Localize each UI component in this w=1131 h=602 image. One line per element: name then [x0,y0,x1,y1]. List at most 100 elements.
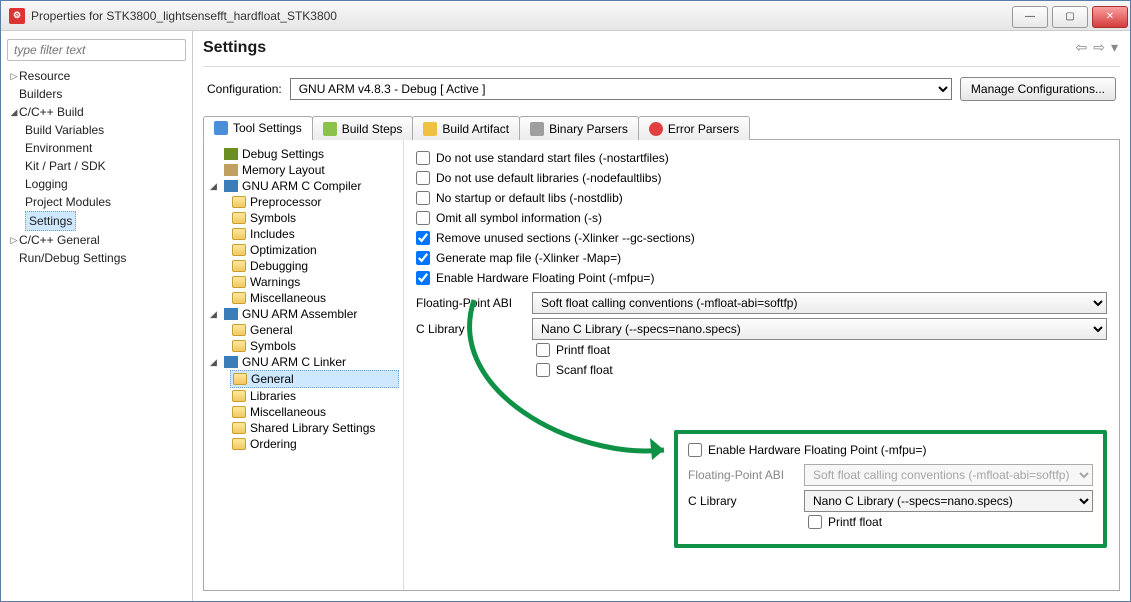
chk-mapfile[interactable] [416,251,430,265]
chk-printf[interactable] [536,343,550,357]
tab-tool-settings[interactable]: Tool Settings [203,116,313,140]
tool-includes[interactable]: Includes [230,226,399,242]
tree-item-kit[interactable]: Kit / Part / SDK [23,157,186,175]
hl-lbl-clib: C Library [688,494,798,508]
nav-back-icon[interactable]: ⇦ [1074,37,1090,58]
lbl-gcsections: Remove unused sections (-Xlinker --gc-se… [436,231,695,245]
tool-linker[interactable]: ◢GNU ARM C Linker [208,354,399,370]
error-icon [649,122,663,136]
tool-asm-general[interactable]: General [230,322,399,338]
folder-icon [232,276,246,288]
tree-item-buildvars[interactable]: Build Variables [23,121,186,139]
settings-pane: Do not use standard start files (-nostar… [404,140,1119,590]
folder-icon [232,406,246,418]
hl-lbl-printf: Printf float [828,515,882,529]
chk-nostdlib[interactable] [416,191,430,205]
configuration-label: Configuration: [207,82,282,96]
tool-memory-layout[interactable]: Memory Layout [208,162,399,178]
nav-fwd-icon[interactable]: ⇨ [1091,37,1107,58]
minimize-button[interactable]: — [1012,6,1048,28]
window-controls: — ▢ ✕ [1010,4,1130,28]
tool-assembler[interactable]: ◢GNU ARM Assembler [208,306,399,322]
tree-item-resource[interactable]: ▷Resource [7,67,186,85]
select-clib[interactable]: Nano C Library (--specs=nano.specs) [532,318,1107,340]
tool-linker-general[interactable]: General [230,370,399,388]
category-sidebar: ▷Resource Builders ◢C/C++ Build Build Va… [1,31,193,601]
folder-icon [232,228,246,240]
wrench-icon [224,308,238,320]
tab-error-parsers[interactable]: Error Parsers [638,116,750,140]
lbl-nostdlib: No startup or default libs (-nostdlib) [436,191,623,205]
tool-warnings[interactable]: Warnings [230,274,399,290]
folder-icon [232,340,246,352]
folder-icon [232,196,246,208]
tab-build-artifact[interactable]: Build Artifact [412,116,520,140]
tool-preprocessor[interactable]: Preprocessor [230,194,399,210]
tree-item-environment[interactable]: Environment [23,139,186,157]
folder-icon [232,292,246,304]
tool-symbols[interactable]: Symbols [230,210,399,226]
folder-icon [233,373,247,385]
maximize-button[interactable]: ▢ [1052,6,1088,28]
chk-gcsections[interactable] [416,231,430,245]
chk-nostartfiles[interactable] [416,151,430,165]
lbl-clib: C Library [416,322,526,336]
tool-linker-misc[interactable]: Miscellaneous [230,404,399,420]
tab-body: Debug Settings Memory Layout ◢GNU ARM C … [203,140,1120,591]
filter-input[interactable] [7,39,186,61]
tab-build-steps[interactable]: Build Steps [312,116,414,140]
tree-item-builders[interactable]: Builders [7,85,186,103]
nav-menu-icon[interactable]: ▾ [1109,37,1120,58]
bug-icon [224,148,238,160]
tool-linker-libraries[interactable]: Libraries [230,388,399,404]
tree-item-cbuild[interactable]: ◢C/C++ Build [7,103,186,121]
lbl-nostartfiles: Do not use standard start files (-nostar… [436,151,669,165]
chk-scanf[interactable] [536,363,550,377]
tool-tree: Debug Settings Memory Layout ◢GNU ARM C … [204,140,404,590]
category-tree: ▷Resource Builders ◢C/C++ Build Build Va… [7,67,186,267]
tool-debug-settings[interactable]: Debug Settings [208,146,399,162]
window-title: Properties for STK3800_lightsensefft_har… [31,9,337,23]
hl-chk-hwfp[interactable] [688,443,702,457]
tool-linker-ordering[interactable]: Ordering [230,436,399,452]
lbl-omitsym: Omit all symbol information (-s) [436,211,602,225]
tool-asm-symbols[interactable]: Symbols [230,338,399,354]
tool-misc[interactable]: Miscellaneous [230,290,399,306]
chk-nodefaultlibs[interactable] [416,171,430,185]
lbl-mapfile: Generate map file (-Xlinker -Map=) [436,251,621,265]
chk-hwfp[interactable] [416,271,430,285]
folder-icon [232,390,246,402]
tab-binary-parsers[interactable]: Binary Parsers [519,116,639,140]
main-panel: Settings ⇦ ⇨ ▾ Configuration: GNU ARM v4… [193,31,1130,601]
hl-select-clib[interactable]: Nano C Library (--specs=nano.specs) [804,490,1093,512]
folder-icon [232,324,246,336]
chk-omitsym[interactable] [416,211,430,225]
configuration-select[interactable]: GNU ARM v4.8.3 - Debug [ Active ] [290,78,952,100]
hl-select-fpabi: Soft float calling conventions (-mfloat-… [804,464,1093,486]
tool-linker-shared[interactable]: Shared Library Settings [230,420,399,436]
configuration-row: Configuration: GNU ARM v4.8.3 - Debug [ … [203,77,1120,101]
lbl-printf: Printf float [556,343,610,357]
tab-strip: Tool Settings Build Steps Build Artifact… [203,115,1120,140]
folder-icon [232,422,246,434]
binary-icon [530,122,544,136]
tree-item-logging[interactable]: Logging [23,175,186,193]
page-title: Settings [203,39,266,57]
hl-chk-printf[interactable] [808,515,822,529]
wrench-icon [224,180,238,192]
folder-icon [232,244,246,256]
nav-arrows: ⇦ ⇨ ▾ [1074,37,1121,58]
tree-item-rundebug[interactable]: Run/Debug Settings [7,249,186,267]
select-fpabi[interactable]: Soft float calling conventions (-mfloat-… [532,292,1107,314]
tool-debugging[interactable]: Debugging [230,258,399,274]
tool-c-compiler[interactable]: ◢GNU ARM C Compiler [208,178,399,194]
tool-optimization[interactable]: Optimization [230,242,399,258]
tree-item-settings[interactable]: Settings [23,211,186,231]
tree-item-cgeneral[interactable]: ▷C/C++ General [7,231,186,249]
manage-configurations-button[interactable]: Manage Configurations... [960,77,1116,101]
tree-item-projmod[interactable]: Project Modules [23,193,186,211]
highlight-box: Enable Hardware Floating Point (-mfpu=) … [674,430,1107,548]
page-header: Settings ⇦ ⇨ ▾ [203,37,1120,67]
close-button[interactable]: ✕ [1092,6,1128,28]
properties-window: ⚙ Properties for STK3800_lightsensefft_h… [0,0,1131,602]
